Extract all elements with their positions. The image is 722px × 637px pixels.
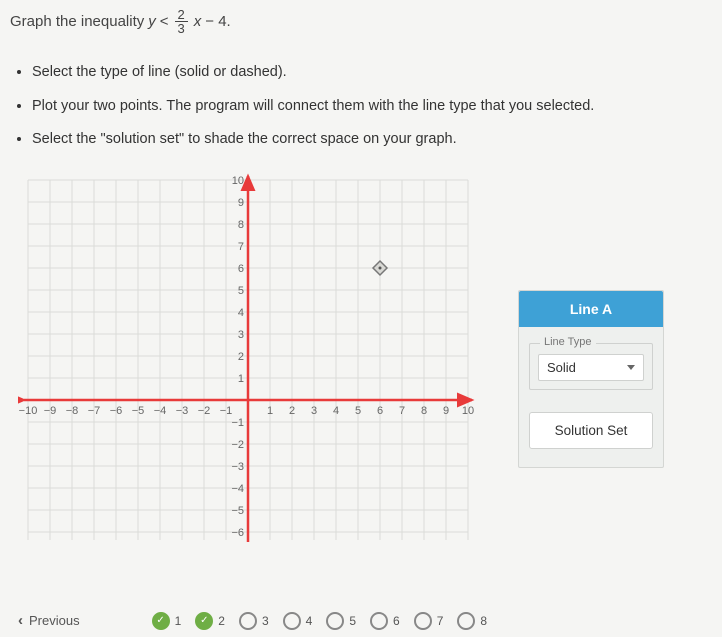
svg-text:−5: −5 [132,405,145,417]
line-type-select[interactable]: Solid [538,354,644,381]
svg-text:8: 8 [421,405,427,417]
svg-text:−2: −2 [231,439,244,451]
svg-text:5: 5 [355,405,361,417]
instruction-item: Select the type of line (solid or dashed… [32,63,712,83]
svg-text:7: 7 [399,405,405,417]
step-number: 2 [218,614,225,628]
svg-text:10: 10 [462,405,474,417]
line-type-value: Solid [547,360,576,375]
step-indicator-3[interactable]: 3 [239,612,269,630]
panel-title: Line A [519,291,663,327]
step-number: 3 [262,614,269,628]
step-number: 5 [349,614,356,628]
svg-text:9: 9 [443,405,449,417]
svg-text:9: 9 [238,197,244,209]
step-indicator-6[interactable]: 6 [370,612,400,630]
svg-text:−6: −6 [231,527,244,539]
question-prompt: Graph the inequality y < 2 3 x − 4. [10,8,712,35]
frac-num: 2 [175,8,188,22]
circle-icon [370,612,388,630]
circle-icon [239,612,257,630]
svg-text:8: 8 [238,219,244,231]
solution-set-label: Solution Set [555,423,628,438]
chevron-down-icon [627,365,635,370]
prompt-tail: − 4. [205,13,230,30]
check-icon: ✓ [152,612,170,630]
svg-text:5: 5 [238,285,244,297]
frac-den: 3 [175,22,188,35]
op-lt: < [160,13,169,30]
svg-text:6: 6 [377,405,383,417]
circle-icon [457,612,475,630]
var-y: y [148,13,156,30]
step-number: 4 [306,614,313,628]
step-indicator-8[interactable]: 8 [457,612,487,630]
instruction-item: Select the "solution set" to shade the c… [32,130,712,150]
previous-label: Previous [29,613,80,628]
svg-text:−5: −5 [231,505,244,517]
svg-text:3: 3 [311,405,317,417]
step-number: 6 [393,614,400,628]
step-number: 8 [480,614,487,628]
step-indicator-5[interactable]: 5 [326,612,356,630]
step-indicator-4[interactable]: 4 [283,612,313,630]
svg-text:10: 10 [232,175,244,187]
svg-text:1: 1 [267,405,273,417]
svg-text:−7: −7 [88,405,101,417]
step-indicator-2[interactable]: ✓ 2 [195,612,225,630]
check-icon: ✓ [195,612,213,630]
svg-text:6: 6 [238,263,244,275]
circle-icon [326,612,344,630]
svg-text:−4: −4 [231,483,244,495]
step-number: 1 [175,614,182,628]
svg-text:−8: −8 [66,405,79,417]
svg-text:−2: −2 [198,405,211,417]
var-x: x [194,13,202,30]
svg-text:4: 4 [333,405,339,417]
step-indicator-1[interactable]: ✓ 1 [152,612,182,630]
graph-canvas[interactable]: −10 −9 −8 −7 −6 −5 −4 −3 −2 −1 1 2 3 4 5 6 7 8 9 10 10 9 8 7 6… [18,170,478,550]
svg-text:−9: −9 [44,405,57,417]
plotted-point-marker [373,261,387,275]
circle-icon [414,612,432,630]
svg-text:2: 2 [289,405,295,417]
instruction-item: Plot your two points. The program will c… [32,97,712,117]
svg-text:−1: −1 [220,405,233,417]
instruction-list: Select the type of line (solid or dashed… [32,63,712,150]
previous-button[interactable]: ‹ Previous [10,608,88,633]
prompt-lead: Graph the inequality [10,13,144,30]
circle-icon [283,612,301,630]
svg-text:−6: −6 [110,405,123,417]
line-config-panel: Line A Line Type Solid Solution Set [518,290,664,468]
line-type-legend: Line Type [540,336,596,348]
step-indicator-7[interactable]: 7 [414,612,444,630]
chevron-left-icon: ‹ [18,612,23,629]
solution-set-button[interactable]: Solution Set [529,412,653,449]
line-type-fieldset: Line Type Solid [529,343,653,390]
svg-text:−3: −3 [176,405,189,417]
step-number: 7 [437,614,444,628]
svg-text:7: 7 [238,241,244,253]
svg-text:−3: −3 [231,461,244,473]
svg-text:−1: −1 [231,417,244,429]
svg-text:3: 3 [238,329,244,341]
svg-text:4: 4 [238,307,244,319]
svg-text:−4: −4 [154,405,167,417]
svg-text:−10: −10 [19,405,38,417]
svg-text:2: 2 [238,351,244,363]
fraction: 2 3 [175,8,188,35]
svg-text:1: 1 [238,373,244,385]
bottom-nav: ‹ Previous ✓ 1 ✓ 2 3 4 5 6 7 [0,602,722,633]
